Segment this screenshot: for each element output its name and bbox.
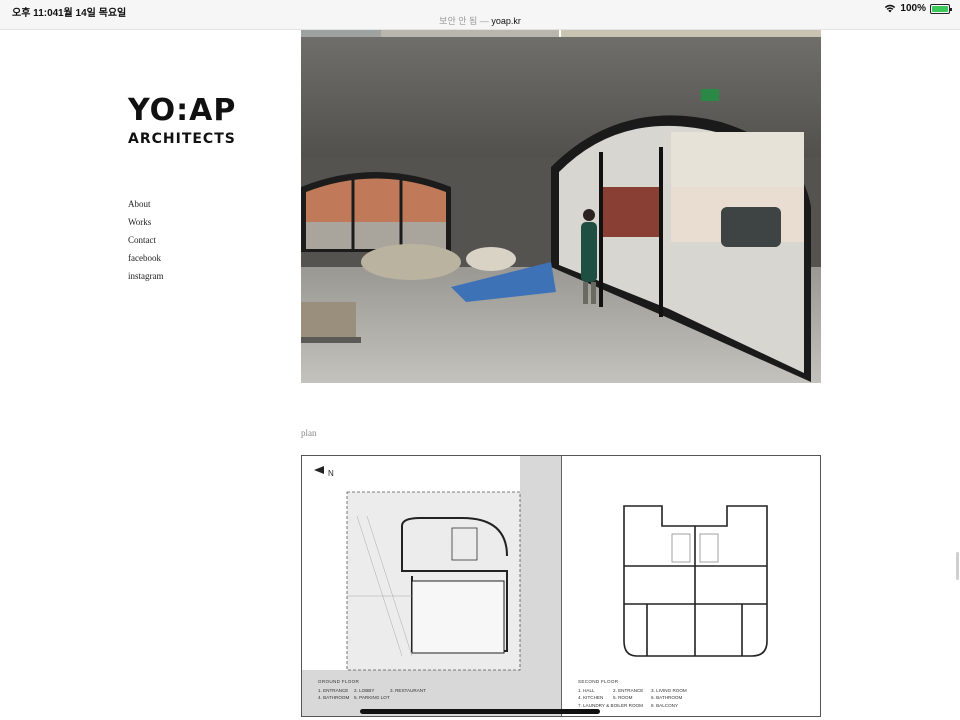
- address-bar[interactable]: 보안 안 됨 — yoap.kr: [0, 14, 960, 27]
- ground-floor-legend: GROUND FLOOR 1. ENTRANCE 2. LOBBY 3. RES…: [318, 678, 468, 702]
- nav-instagram[interactable]: instagram: [128, 267, 164, 285]
- legend-item: 7. LAUNDRY & BOILER ROOM: [578, 702, 643, 708]
- legend-item: 5. PARKING LOT: [354, 695, 390, 701]
- plan-divider: [561, 456, 562, 716]
- battery-icon: [930, 3, 952, 14]
- logo-line2: ARCHITECTS: [128, 131, 236, 147]
- legend-item: 3. LIVING ROOM: [651, 688, 687, 694]
- home-indicator[interactable]: [360, 709, 600, 714]
- legend-item: 4. BATHROOM: [318, 695, 350, 701]
- legend-item: 4. KITCHEN: [578, 695, 604, 701]
- status-bar: 오후 11:04 1월 14일 목요일 보안 안 됨 — yoap.kr 100…: [0, 0, 960, 30]
- legend-item: 2. LOBBY: [354, 688, 375, 694]
- status-right: 100%: [884, 3, 952, 14]
- svg-text:N: N: [328, 469, 334, 478]
- ground-floor-heading: GROUND FLOOR: [318, 679, 360, 684]
- battery-percent: 100%: [900, 3, 926, 14]
- nav-contact[interactable]: Contact: [128, 231, 164, 249]
- logo[interactable]: YO:AP ARCHITECTS: [128, 93, 237, 147]
- previous-image-strip: [301, 30, 821, 37]
- legend-item: 1. ENTRANCE: [318, 688, 349, 694]
- scrollbar-thumb[interactable]: [956, 552, 959, 580]
- nav-about[interactable]: About: [128, 195, 164, 213]
- not-secure-label: 보안 안 됨 —: [439, 16, 489, 26]
- legend-item: 8. BALCONY: [651, 702, 679, 708]
- plan-caption: plan: [301, 428, 317, 438]
- project-photo: [301, 37, 821, 383]
- second-floor-legend: SECOND FLOOR 1. HALL 2. ENTRANCE 3. LIVI…: [578, 678, 778, 709]
- legend-item: 2. ENTRANCE: [613, 688, 644, 694]
- second-floor-heading: SECOND FLOOR: [578, 679, 619, 684]
- legend-item: 3. RESTAURANT: [390, 688, 426, 694]
- legend-item: 1. HALL: [578, 688, 595, 694]
- floor-plan-image: N GROUND FLOOR 1. ENTRANCE 2. LOBBY 3. R…: [301, 455, 821, 717]
- legend-item: 6. BATHROOM: [651, 695, 683, 701]
- logo-line1: YO:AP: [128, 93, 237, 128]
- legend-item: 5. ROOM: [613, 695, 633, 701]
- nav-works[interactable]: Works: [128, 213, 164, 231]
- nav-facebook[interactable]: facebook: [128, 249, 164, 267]
- sidebar-nav: About Works Contact facebook instagram: [128, 195, 164, 285]
- wifi-icon: [885, 4, 896, 13]
- address-domain: yoap.kr: [491, 16, 521, 26]
